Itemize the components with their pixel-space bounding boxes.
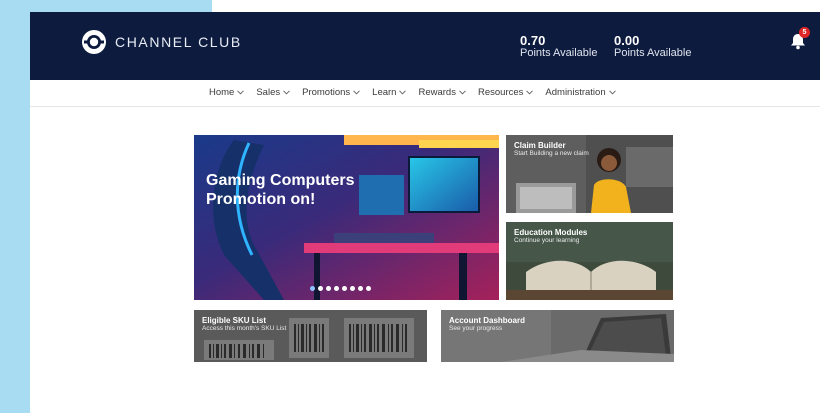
hero-title-line-1: Gaming Computers	[206, 172, 355, 189]
nav-item-label: Sales	[256, 87, 281, 98]
brand-name: CHANNEL CLUB	[115, 34, 242, 50]
tile-title: Education Modules	[514, 228, 588, 237]
carousel-dots	[310, 286, 374, 291]
nav-item-label: Administration	[545, 87, 606, 98]
nav-item-label: Resources	[477, 87, 524, 98]
chevron-down-icon	[399, 90, 407, 95]
nav-item-label: Home	[209, 87, 235, 98]
notification-badge: 5	[799, 27, 810, 38]
nav-item-promotions[interactable]: Promotions	[302, 87, 361, 98]
carousel-dot[interactable]	[334, 286, 339, 291]
points-label-1: Points Available	[520, 47, 598, 59]
points-value-2: 0.00	[614, 33, 640, 48]
chevron-down-icon	[459, 90, 466, 95]
points-available-1: 0.70 Points Available	[520, 34, 597, 60]
chevron-down-icon	[608, 90, 616, 95]
hero-title-line-2: Promotion on!	[206, 191, 316, 208]
chevron-down-icon	[283, 90, 290, 95]
brand-logo[interactable]: CHANNEL CLUB	[81, 29, 242, 55]
carousel-dot[interactable]	[366, 286, 371, 291]
points-available-2: 0.00 Points Available	[614, 34, 691, 60]
nav-item-label: Learn	[372, 87, 397, 98]
education-modules-tile[interactable]: Education Modules Continue your learning	[506, 222, 673, 300]
header-bar: CHANNEL CLUB 0.70 Points Available 0.00 …	[30, 12, 820, 80]
carousel-dot[interactable]	[310, 286, 315, 291]
tile-title: Eligible SKU List	[202, 316, 267, 325]
chevron-down-icon	[353, 90, 361, 95]
nav-item-sales[interactable]: Sales	[256, 87, 290, 98]
nav-item-learn[interactable]: Learn	[372, 87, 407, 98]
nav-item-label: Rewards	[418, 87, 456, 98]
carousel-dot[interactable]	[358, 286, 363, 291]
chevron-down-icon	[526, 90, 534, 95]
carousel-dot[interactable]	[318, 286, 323, 291]
main-nav: Home Sales Promotions Learn Rewards Reso…	[30, 80, 820, 107]
carousel-dot[interactable]	[350, 286, 355, 291]
carousel-dot[interactable]	[342, 286, 347, 291]
account-dashboard-tile[interactable]: Account Dashboard See your progress	[441, 310, 674, 362]
tile-subtitle: Start Building a new claim	[514, 150, 589, 157]
tile-subtitle: Continue your learning	[514, 237, 580, 244]
app-window: CHANNEL CLUB 0.70 Points Available 0.00 …	[30, 12, 820, 413]
tile-title: Account Dashboard	[449, 316, 526, 325]
channel-club-logo-icon	[82, 30, 106, 54]
tile-subtitle: Access this month's SKU List	[202, 325, 287, 332]
nav-item-rewards[interactable]: Rewards	[418, 87, 466, 98]
points-label-2: Points Available	[614, 47, 692, 59]
hero-carousel[interactable]: Gaming Computers Promotion on!	[194, 135, 499, 300]
page-background	[0, 0, 30, 413]
chevron-down-icon	[237, 90, 245, 95]
eligible-sku-list-tile[interactable]: Eligible SKU List Access this month's SK…	[194, 310, 427, 362]
hero-title: Gaming Computers Promotion on!	[206, 171, 376, 209]
nav-item-label: Promotions	[302, 87, 351, 98]
carousel-dot[interactable]	[326, 286, 331, 291]
tile-subtitle: See your progress	[449, 325, 503, 332]
page-background-top	[30, 0, 212, 12]
hero-image	[194, 135, 499, 300]
points-value-1: 0.70	[520, 33, 546, 48]
nav-item-administration[interactable]: Administration	[545, 87, 616, 98]
tile-title: Claim Builder	[514, 141, 566, 150]
claim-builder-tile[interactable]: Claim Builder Start Building a new claim	[506, 135, 673, 213]
nav-item-home[interactable]: Home	[209, 87, 245, 98]
nav-item-resources[interactable]: Resources	[477, 87, 534, 98]
